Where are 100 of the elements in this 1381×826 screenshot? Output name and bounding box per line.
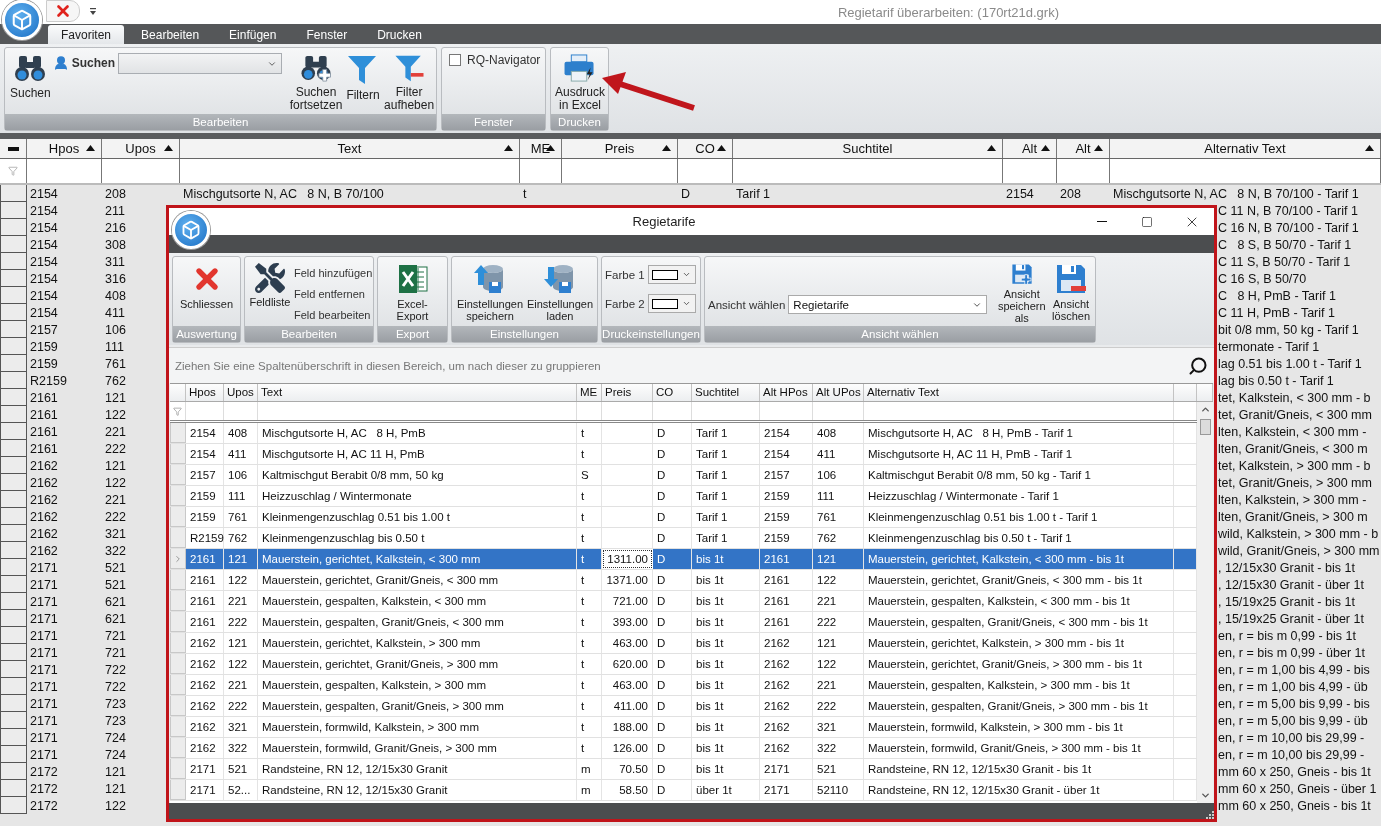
table-row[interactable]: 2162 322 Mauerstein, formwild, Granit/Gneis, > 300 mm t 126.00 D bis 1t 2162 322 Mauerstein, formwild, Granit/Gneis, > 300 mm - bis 1t <box>170 738 1197 759</box>
row-selector[interactable] <box>0 440 27 457</box>
table-row[interactable]: R2159 762 Kleinmengenzuschlag bis 0.50 t t D Tarif 1 2159 762 Kleinmengenzuschlag bis 0.50 t - Tarif 1 <box>170 528 1197 549</box>
field-menu-item[interactable]: Feld entfernen <box>292 284 375 304</box>
column-header[interactable]: ME <box>520 139 562 158</box>
table-row[interactable]: 2162 122 Mauerstein, gerichtet, Granit/Gneis, > 300 mm t 620.00 D bis 1t 2162 122 Mauerstein, gerichtet, Granit/Gneis, > 300 mm - bis 1t <box>170 654 1197 675</box>
row-selector[interactable] <box>0 610 27 627</box>
row-selector[interactable] <box>0 304 27 321</box>
column-header[interactable]: Alt UPos <box>813 384 864 401</box>
column-header[interactable]: CO <box>678 139 733 158</box>
row-selector[interactable] <box>0 559 27 576</box>
quick-access-caret-icon[interactable] <box>89 8 97 16</box>
column-header[interactable]: Suchtitel <box>733 139 1003 158</box>
ribbon-tab[interactable]: Fenster <box>293 26 361 44</box>
row-selector[interactable] <box>0 287 27 304</box>
view-select[interactable]: Regietarife <box>788 295 988 314</box>
column-header[interactable]: Text <box>180 139 520 158</box>
table-row[interactable]: 2161 221 Mauerstein, gespalten, Kalkstein, < 300 mm t 721.00 D bis 1t 2161 221 Mauerstein, gespalten, Kalkstein, < 300 mm - bis 1t <box>170 591 1197 612</box>
table-row[interactable]: 2171 521 Randsteine, RN 12, 12/15x30 Granit m 70.50 D bis 1t 2171 521 Randsteine, RN 12, 12/15x30 Granit - bis 1t <box>170 759 1197 780</box>
window-logo-icon[interactable] <box>172 211 210 249</box>
row-selector[interactable] <box>0 576 27 593</box>
column-header[interactable]: Upos <box>224 384 258 401</box>
row-selector[interactable] <box>0 712 27 729</box>
search-icon[interactable] <box>1188 355 1208 376</box>
ribbon-tab[interactable]: Einfügen <box>216 26 290 44</box>
row-selector[interactable] <box>0 525 27 542</box>
column-header[interactable]: Alt <box>1057 139 1110 158</box>
table-row[interactable]: 2154 408 Mischgutsorte H, AC 8 H, PmB t D Tarif 1 2154 408 Mischgutsorte H, AC 8 H, PmB - Tarif 1 <box>170 423 1197 444</box>
row-selector[interactable] <box>0 338 27 355</box>
ribbon-tab[interactable]: Bearbeiten <box>128 26 213 44</box>
search-combo-field[interactable] <box>118 53 283 74</box>
table-row[interactable]: 2162 222 Mauerstein, gespalten, Granit/Gneis, > 300 mm t 411.00 D bis 1t 2162 222 Mauerstein, gespalten, Granit/Gneis, > 300 mm - bis 1t <box>170 696 1197 717</box>
excel-export-button[interactable]: Excel-Export <box>381 259 444 326</box>
save-settings-button[interactable]: Einstellungen speichern <box>455 259 525 326</box>
row-selector[interactable] <box>0 661 27 678</box>
row-selector[interactable] <box>0 219 27 236</box>
scroll-up-icon[interactable] <box>1199 404 1211 415</box>
column-header[interactable]: Preis <box>562 139 678 158</box>
save-view-as-button[interactable]: Ansicht speichern als <box>993 259 1051 326</box>
filter-button[interactable]: Filtern <box>344 50 383 114</box>
row-selector[interactable] <box>0 321 27 338</box>
column-header[interactable]: Hpos <box>186 384 224 401</box>
scrollbar[interactable] <box>1197 402 1213 803</box>
field-menu-item[interactable]: Feld bearbeiten <box>292 305 375 325</box>
row-selector[interactable] <box>0 253 27 270</box>
scroll-thumb[interactable] <box>1199 419 1211 435</box>
row-selector[interactable] <box>0 202 27 219</box>
column-header[interactable]: Upos <box>102 139 180 158</box>
row-selector[interactable] <box>0 270 27 287</box>
column-header[interactable]: Hpos <box>27 139 102 158</box>
column-header[interactable]: Alternativ Text <box>1110 139 1381 158</box>
table-row[interactable]: 2171 52... Randsteine, RN 12, 12/15x30 Granit m 58.50 D über 1t 2171 52110 Randsteine, RN 12, 12/15x30 Granit - über 1t <box>170 780 1197 801</box>
row-selector[interactable] <box>0 236 27 253</box>
column-header[interactable]: ME <box>577 384 602 401</box>
color-picker[interactable] <box>647 294 696 313</box>
table-row[interactable]: 2157 106 Kaltmischgut Berabit 0/8 mm, 50 kg S D Tarif 1 2157 106 Kaltmischgut Berabit 0/8 mm, 50 kg - Tarif 1 <box>170 465 1197 486</box>
table-row[interactable]: 2162 221 Mauerstein, gespalten, Kalkstein, > 300 mm t 463.00 D bis 1t 2162 221 Mauerstein, gespalten, Kalkstein, > 300 mm - bis 1t <box>170 675 1197 696</box>
row-selector[interactable] <box>0 627 27 644</box>
navigator-checkbox[interactable]: RQ-Navigator <box>445 50 545 70</box>
scroll-down-icon[interactable] <box>1199 790 1211 801</box>
column-header[interactable]: Alt <box>1003 139 1057 158</box>
column-header[interactable]: Suchtitel <box>692 384 760 401</box>
row-selector[interactable] <box>0 491 27 508</box>
column-header[interactable]: Preis <box>602 384 653 401</box>
row-selector[interactable] <box>0 457 27 474</box>
column-header[interactable]: CO <box>653 384 692 401</box>
color-picker[interactable] <box>647 265 696 284</box>
excel-print-button[interactable]: Ausdruck in Excel <box>554 50 606 114</box>
row-selector[interactable] <box>0 644 27 661</box>
row-selector[interactable] <box>0 372 27 389</box>
load-settings-button[interactable]: Einstellungen laden <box>525 259 595 326</box>
table-row[interactable]: 2161 122 Mauerstein, gerichtet, Granit/Gneis, < 300 mm t 1371.00 D bis 1t 2161 122 Mauerstein, gerichtet, Granit/Gneis, < 300 mm - bis 1t <box>170 570 1197 591</box>
column-header[interactable]: Alt HPos <box>760 384 813 401</box>
search-continue-button[interactable]: Suchen fortsetzen <box>288 50 345 114</box>
row-selector[interactable] <box>0 406 27 423</box>
table-row[interactable]: 2162 321 Mauerstein, formwild, Kalkstein, > 300 mm t 188.00 D bis 1t 2162 321 Mauerstein, formwild, Kalkstein, > 300 mm - bis 1t <box>170 717 1197 738</box>
row-selector[interactable] <box>0 474 27 491</box>
row-selector[interactable] <box>0 355 27 372</box>
table-row[interactable]: 2154 411 Mischgutsorte H, AC 11 H, PmB t D Tarif 1 2154 411 Mischgutsorte H, AC 11 H, PmB - Tarif 1 <box>170 444 1197 465</box>
row-selector[interactable] <box>0 729 27 746</box>
table-row[interactable]: 2161 121 Mauerstein, gerichtet, Kalkstein, < 300 mm t 1311.00 D bis 1t 2161 121 Mauerstein, gerichtet, Kalkstein, < 300 mm - bis 1t <box>170 549 1197 570</box>
ribbon-tab[interactable]: Drucken <box>364 26 435 44</box>
row-selector[interactable] <box>0 746 27 763</box>
row-selector[interactable] <box>0 695 27 712</box>
column-header[interactable]: Alternativ Text <box>864 384 1174 401</box>
row-selector[interactable] <box>0 185 27 202</box>
row-selector[interactable] <box>0 593 27 610</box>
table-row[interactable]: 2161 222 Mauerstein, gespalten, Granit/Gneis, < 300 mm t 393.00 D bis 1t 2161 222 Mauerstein, gespalten, Granit/Gneis, < 300 mm - bis 1t <box>170 612 1197 633</box>
row-selector[interactable] <box>0 423 27 440</box>
table-row[interactable]: 2162 121 Mauerstein, gerichtet, Kalkstein, > 300 mm t 463.00 D bis 1t 2162 121 Mauerstein, gerichtet, Kalkstein, > 300 mm - bis 1t <box>170 633 1197 654</box>
table-row[interactable]: 2159 761 Kleinmengenzuschlag 0.51 bis 1.00 t t D Tarif 1 2159 761 Kleinmengenzuschlag 0.51 bis 1.00 t - Tarif 1 <box>170 507 1197 528</box>
row-selector[interactable] <box>0 678 27 695</box>
row-selector[interactable] <box>0 508 27 525</box>
row-selector[interactable] <box>0 542 27 559</box>
row-selector[interactable] <box>0 389 27 406</box>
row-selector[interactable] <box>0 780 27 797</box>
clear-filter-button[interactable]: Filter aufheben <box>382 50 437 114</box>
row-selector[interactable] <box>0 763 27 780</box>
close-window-button[interactable]: Schliessen <box>176 259 237 326</box>
checkbox[interactable] <box>449 54 461 66</box>
